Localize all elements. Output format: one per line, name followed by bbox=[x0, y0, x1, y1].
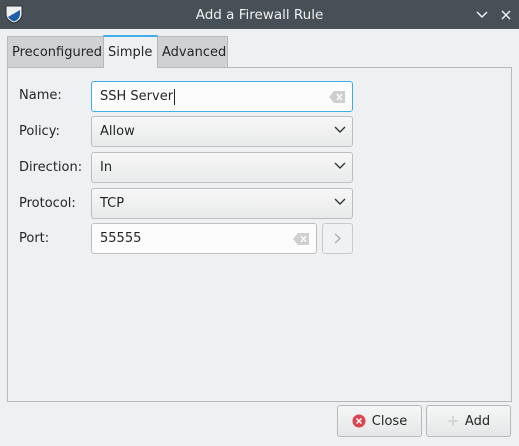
port-next-button[interactable] bbox=[322, 223, 353, 254]
add-button-label: Add bbox=[464, 413, 491, 429]
clear-text-icon[interactable] bbox=[293, 233, 309, 245]
tab-label: Simple bbox=[108, 45, 153, 60]
close-button[interactable]: Close bbox=[337, 405, 422, 437]
cancel-icon bbox=[352, 414, 366, 428]
direction-select[interactable]: In bbox=[91, 152, 353, 183]
name-label: Name: bbox=[19, 88, 62, 103]
text-cursor bbox=[174, 88, 176, 105]
policy-label: Policy: bbox=[19, 124, 60, 139]
direction-label: Direction: bbox=[19, 160, 83, 175]
chevron-down-icon bbox=[476, 11, 488, 19]
add-button[interactable]: Add bbox=[426, 405, 511, 437]
policy-value: Allow bbox=[100, 124, 135, 139]
name-input[interactable]: SSH Server bbox=[91, 81, 353, 112]
tab-simple[interactable]: Simple bbox=[103, 35, 158, 68]
policy-select[interactable]: Allow bbox=[91, 116, 353, 147]
name-value: SSH Server bbox=[100, 89, 174, 104]
close-button-label: Close bbox=[371, 413, 408, 429]
shield-icon bbox=[5, 5, 23, 24]
window-title: Add a Firewall Rule bbox=[195, 6, 324, 23]
tab-label: Preconfigured bbox=[12, 44, 102, 60]
chevron-down-icon bbox=[334, 198, 346, 205]
tab-label: Advanced bbox=[162, 44, 227, 60]
protocol-value: TCP bbox=[100, 196, 125, 211]
chevron-down-icon bbox=[334, 126, 346, 133]
close-icon bbox=[501, 10, 511, 20]
tab-advanced[interactable]: Advanced bbox=[157, 36, 228, 67]
chevron-down-icon bbox=[334, 162, 346, 169]
port-label: Port: bbox=[19, 231, 50, 246]
tab-bar: Preconfigured Simple Advanced bbox=[7, 35, 228, 68]
direction-value: In bbox=[100, 160, 113, 175]
keep-above-button[interactable] bbox=[472, 5, 492, 25]
protocol-select[interactable]: TCP bbox=[91, 188, 353, 219]
tab-preconfigured[interactable]: Preconfigured bbox=[7, 36, 104, 67]
port-input[interactable]: 55555 bbox=[91, 223, 317, 254]
protocol-label: Protocol: bbox=[19, 196, 76, 211]
chevron-right-icon bbox=[334, 233, 341, 244]
title-bar: Add a Firewall Rule bbox=[0, 0, 519, 29]
clear-text-icon[interactable] bbox=[329, 91, 345, 103]
plus-icon bbox=[447, 416, 458, 426]
port-value: 55555 bbox=[100, 231, 142, 246]
window-close-button[interactable] bbox=[496, 5, 516, 25]
